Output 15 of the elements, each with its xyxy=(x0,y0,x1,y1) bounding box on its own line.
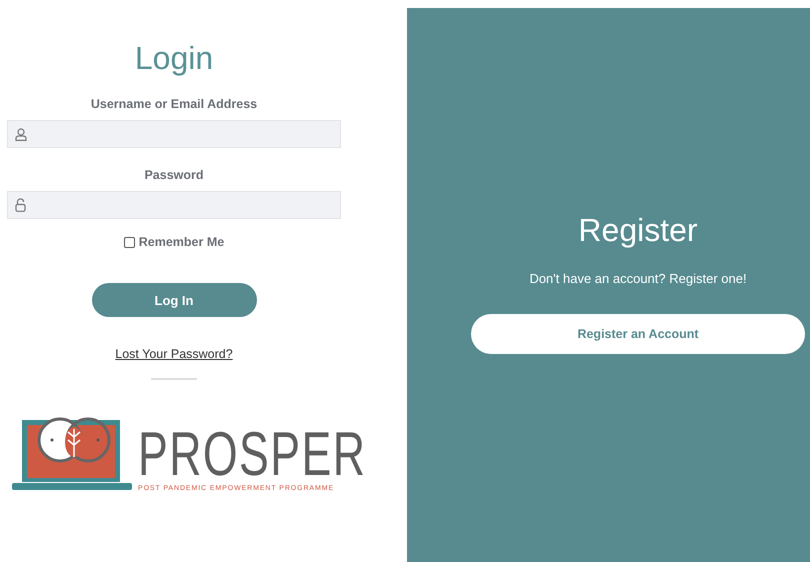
register-button[interactable]: Register an Account xyxy=(471,314,805,354)
login-title: Login xyxy=(134,40,214,77)
field-label: Username or Email Address xyxy=(90,97,258,111)
lost-password-link[interactable]: Lost Your Password? xyxy=(115,347,233,361)
remember-checkbox[interactable] xyxy=(124,236,135,248)
register-title: Register xyxy=(578,212,698,249)
password-field[interactable] xyxy=(7,191,341,219)
logo-name: PROSPER xyxy=(138,427,366,483)
remember-label: Remember Me xyxy=(138,235,224,249)
login-button[interactable]: Log In xyxy=(92,283,256,317)
field-label: Password xyxy=(144,168,204,182)
username-field[interactable] xyxy=(7,120,341,148)
user-icon xyxy=(15,128,27,140)
lock-icon xyxy=(15,198,26,212)
register-text: Don't have an account? Register one! xyxy=(529,271,747,286)
